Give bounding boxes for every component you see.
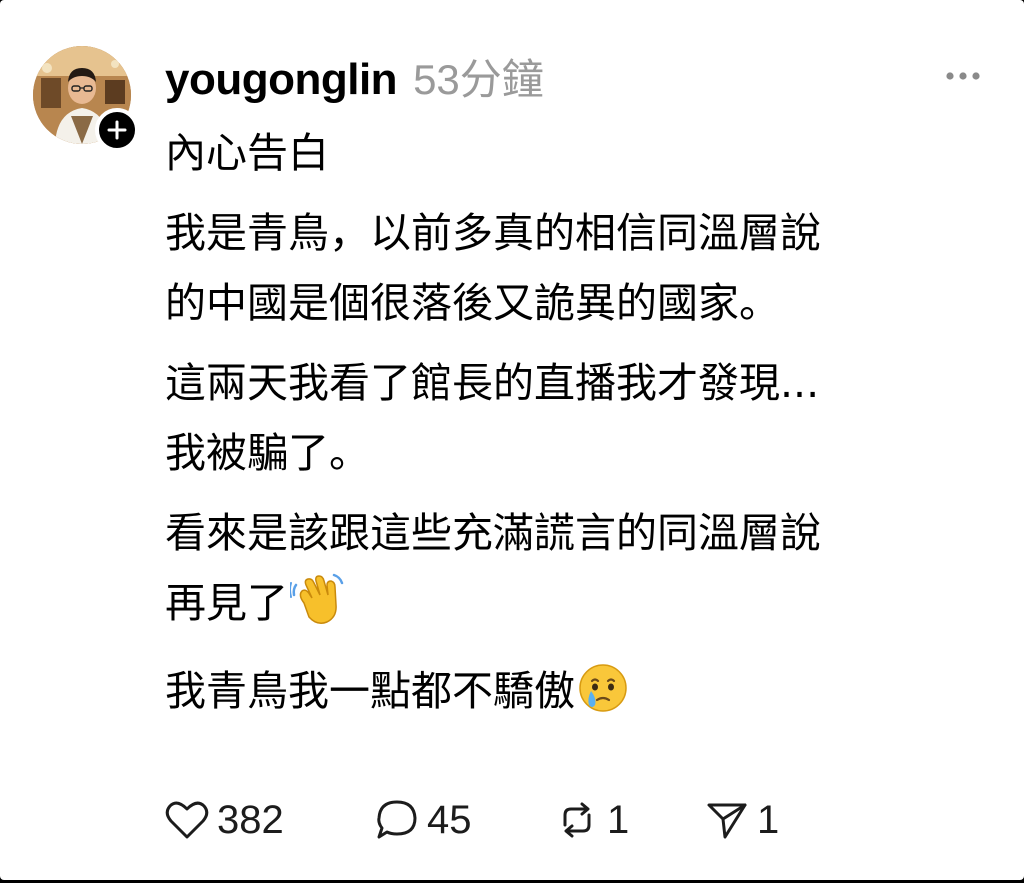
post-paragraph: 這兩天我看了館長的直播我才發現... 我被騙了。: [165, 359, 820, 477]
post-title: 內心告白: [165, 129, 329, 177]
share-count: 1: [757, 797, 780, 842]
post-body: 內心告白 我是青鳥，以前多真的相信同溫層說 的中國是個很落後又詭異的國家。 這兩…: [165, 118, 995, 734]
heart-icon: [165, 801, 209, 839]
post-actions: 382 45 1 1: [165, 795, 779, 845]
post-header: yougonglin 53分鐘: [165, 46, 995, 108]
more-horizontal-icon: [946, 72, 980, 80]
post-paragraph-with-emoji: 看來是該跟這些充滿謊言的同溫層說 再見了: [165, 498, 995, 646]
repost-button[interactable]: 1: [555, 798, 705, 843]
like-count: 382: [217, 797, 284, 842]
repost-icon: [563, 802, 591, 838]
repost-count: 1: [607, 797, 630, 842]
post-paragraph-with-emoji: 我青鳥我一點都不驕傲: [165, 656, 995, 734]
send-icon: [707, 803, 747, 839]
waving-hand-emoji-icon: [289, 573, 346, 646]
share-button[interactable]: 1: [705, 798, 779, 843]
reply-count: 45: [427, 797, 472, 842]
post-paragraph: 我青鳥我一點都不驕傲: [165, 667, 575, 715]
post-card: yougonglin 53分鐘 內心告白 我是青鳥，以前多真的相信同溫層說 的中…: [0, 0, 1024, 880]
face-holding-back-tears-emoji-icon: [577, 663, 629, 734]
comment-bubble-icon: [377, 800, 417, 839]
like-button[interactable]: 382: [165, 798, 375, 843]
reply-button[interactable]: 45: [375, 798, 555, 843]
post-content: yougonglin 53分鐘 內心告白 我是青鳥，以前多真的相信同溫層說 的中…: [165, 46, 995, 734]
timestamp: 53分鐘: [413, 56, 544, 103]
username[interactable]: yougonglin: [165, 55, 398, 105]
post-paragraph: 看來是該跟這些充滿謊言的同溫層說 再見了: [165, 509, 821, 627]
plus-icon: [107, 120, 127, 140]
follow-button[interactable]: [95, 108, 139, 152]
author-avatar-block[interactable]: [33, 46, 139, 152]
more-options-button[interactable]: [943, 66, 983, 86]
post-paragraph: 我是青鳥，以前多真的相信同溫層說 的中國是個很落後又詭異的國家。: [165, 209, 821, 327]
